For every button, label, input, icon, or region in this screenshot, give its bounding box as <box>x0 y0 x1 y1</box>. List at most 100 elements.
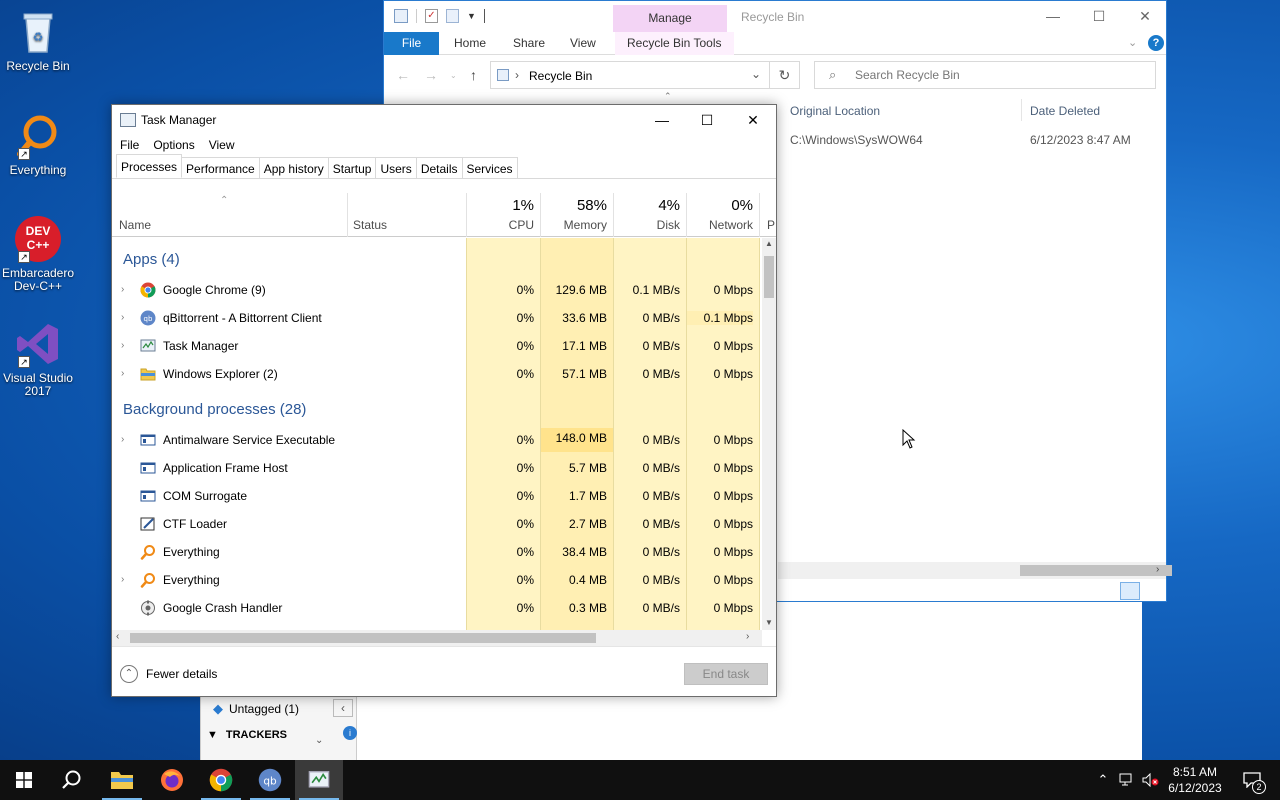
tm-minimize-button[interactable]: — <box>639 105 685 135</box>
back-icon[interactable]: ← <box>396 67 410 83</box>
fewer-details-button[interactable]: ⌃ Fewer details <box>120 665 217 683</box>
trackers-header[interactable]: ▼ TRACKERS <box>207 729 327 741</box>
address-dropdown-icon[interactable]: ⌄ <box>751 67 761 81</box>
table-row[interactable]: › Antimalware Service Executable 0% 148.… <box>112 426 762 454</box>
scroll-left-icon[interactable]: ‹ <box>116 631 119 642</box>
table-row[interactable]: › Windows Explorer (2) 0% 57.1 MB 0 MB/s… <box>112 360 762 388</box>
recent-locations-icon[interactable]: ⌄ <box>450 71 457 80</box>
scroll-up-icon[interactable]: ▲ <box>765 239 773 248</box>
table-row[interactable]: › Everything 0% 0.4 MB 0 MB/s 0 Mbps <box>112 566 762 594</box>
tab-services[interactable]: Services <box>461 157 518 178</box>
column-cpu[interactable]: 1% CPU <box>467 193 540 237</box>
tab-details[interactable]: Details <box>415 157 463 178</box>
taskbar-file-explorer[interactable] <box>98 760 146 800</box>
table-row[interactable]: › Task Manager 0% 17.1 MB 0 MB/s 0 Mbps <box>112 332 762 360</box>
tab-performance[interactable]: Performance <box>181 157 260 178</box>
expand-chevron-icon[interactable]: › <box>121 312 124 323</box>
explorer-close-button[interactable]: ✕ <box>1122 1 1168 32</box>
explorer-minimize-button[interactable]: — <box>1030 1 1076 32</box>
menu-file[interactable]: File <box>120 135 139 156</box>
tm-close-button[interactable]: ✕ <box>730 105 776 135</box>
search-input[interactable]: Search Recycle Bin <box>814 61 1156 89</box>
ribbon-tab-home[interactable]: Home <box>454 32 486 55</box>
scroll-down-icon[interactable]: ⌄ <box>315 735 323 746</box>
column-power-label[interactable]: P <box>767 218 775 232</box>
desktop-icon-devcpp[interactable]: DEV C++ ↗ Embarcadero Dev-C++ <box>0 215 76 293</box>
column-disk[interactable]: 4% Disk <box>614 193 686 237</box>
item-date-deleted[interactable]: 6/12/2023 8:47 AM <box>1030 133 1131 147</box>
ribbon-expand-icon[interactable]: ⌄ <box>1128 36 1137 49</box>
scrollbar-thumb[interactable] <box>764 256 774 298</box>
expand-chevron-icon[interactable]: › <box>121 368 124 379</box>
column-original-location[interactable]: Original Location <box>790 104 880 118</box>
scroll-down-icon[interactable]: ▼ <box>765 618 773 627</box>
tray-overflow-icon[interactable]: ⌃ <box>1092 760 1114 800</box>
volume-muted-icon[interactable] <box>1140 760 1162 800</box>
group-header-apps[interactable]: Apps (4) <box>112 246 762 274</box>
tab-startup[interactable]: Startup <box>327 157 377 178</box>
qat-dropdown-icon[interactable]: ▼ <box>467 11 476 21</box>
column-name[interactable]: ⌃ Name <box>112 193 347 237</box>
new-folder-icon[interactable] <box>446 9 459 23</box>
process-list-horizontal-scrollbar[interactable]: ‹ › <box>112 630 762 646</box>
table-row[interactable]: › Google Chrome (9) 0% 129.6 MB 0.1 MB/s… <box>112 276 762 304</box>
end-task-button[interactable]: End task <box>684 663 768 685</box>
taskbar-qbittorrent[interactable]: qb <box>246 760 294 800</box>
expand-chevron-icon[interactable]: › <box>121 574 124 585</box>
tab-processes[interactable]: Processes <box>116 154 183 178</box>
scroll-up-icon[interactable]: ⌃ <box>664 91 672 102</box>
column-date-deleted[interactable]: Date Deleted <box>1030 104 1100 118</box>
large-icons-view-icon[interactable] <box>1144 582 1164 600</box>
forward-icon[interactable]: → <box>424 67 438 83</box>
taskbar-clock[interactable]: 8:51 AM 6/12/2023 <box>1160 764 1230 796</box>
network-icon[interactable] <box>1116 760 1138 800</box>
action-center-button[interactable]: 2 <box>1234 760 1270 800</box>
menu-options[interactable]: Options <box>153 135 194 156</box>
column-status[interactable]: Status <box>348 193 466 237</box>
desktop-icon-recycle-bin[interactable]: ♻ Recycle Bin <box>0 8 76 73</box>
ribbon-tab-recycle-bin-tools[interactable]: Recycle Bin Tools <box>615 32 734 55</box>
table-row[interactable]: Application Frame Host 0% 5.7 MB 0 MB/s … <box>112 454 762 482</box>
table-row[interactable]: COM Surrogate 0% 1.7 MB 0 MB/s 0 Mbps <box>112 482 762 510</box>
tag-untagged[interactable]: ◆ Untagged (1) <box>213 699 333 719</box>
scroll-right-icon[interactable]: › <box>746 631 749 642</box>
collapse-left-button[interactable]: ‹ <box>333 699 353 717</box>
ribbon-tab-share[interactable]: Share <box>513 32 545 55</box>
taskbar-search-button[interactable] <box>48 760 96 800</box>
explorer-maximize-button[interactable]: ☐ <box>1076 1 1122 32</box>
table-row[interactable]: Google Crash Handler 0% 0.3 MB 0 MB/s 0 … <box>112 594 762 622</box>
tm-maximize-button[interactable]: ☐ <box>684 105 730 135</box>
item-original-location[interactable]: C:\Windows\SysWOW64 <box>790 133 923 147</box>
process-list-vertical-scrollbar[interactable]: ▲ ▼ <box>762 238 776 630</box>
up-icon[interactable]: ↑ <box>470 67 477 83</box>
refresh-button[interactable]: ↻ <box>770 61 800 89</box>
ribbon-tab-view[interactable]: View <box>570 32 596 55</box>
explorer-horizontal-scrollbar[interactable] <box>778 562 1172 579</box>
taskbar-chrome[interactable] <box>197 760 245 800</box>
table-row[interactable]: Everything 0% 38.4 MB 0 MB/s 0 Mbps <box>112 538 762 566</box>
menu-view[interactable]: View <box>209 135 235 156</box>
address-bar[interactable]: › Recycle Bin ⌄ <box>490 61 770 89</box>
expand-chevron-icon[interactable]: › <box>121 340 124 351</box>
scrollbar-thumb[interactable] <box>130 633 596 643</box>
details-view-icon[interactable] <box>1120 582 1140 600</box>
expand-chevron-icon[interactable]: › <box>121 284 124 295</box>
ribbon-tab-file[interactable]: File <box>384 32 439 55</box>
taskbar-task-manager[interactable] <box>295 760 343 800</box>
properties-icon[interactable]: ✓ <box>425 9 438 23</box>
scroll-right-icon[interactable]: › <box>1156 564 1159 575</box>
taskbar-firefox[interactable] <box>148 760 196 800</box>
expand-chevron-icon[interactable]: › <box>121 434 124 445</box>
group-header-background[interactable]: Background processes (28) <box>112 396 762 424</box>
tab-users[interactable]: Users <box>375 157 417 178</box>
tab-app-history[interactable]: App history <box>258 157 329 178</box>
start-button[interactable] <box>0 760 48 800</box>
column-memory[interactable]: 58% Memory <box>541 193 613 237</box>
desktop-icon-visual-studio[interactable]: ↗ Visual Studio 2017 <box>0 320 76 398</box>
help-icon[interactable]: ? <box>1148 35 1164 51</box>
desktop-icon-everything[interactable]: ↗ Everything <box>0 112 76 177</box>
scrollbar-thumb[interactable] <box>1020 565 1172 576</box>
column-network[interactable]: 0% Network <box>687 193 759 237</box>
manage-context-tab[interactable]: Manage <box>613 5 727 32</box>
table-row[interactable]: CTF Loader 0% 2.7 MB 0 MB/s 0 Mbps <box>112 510 762 538</box>
